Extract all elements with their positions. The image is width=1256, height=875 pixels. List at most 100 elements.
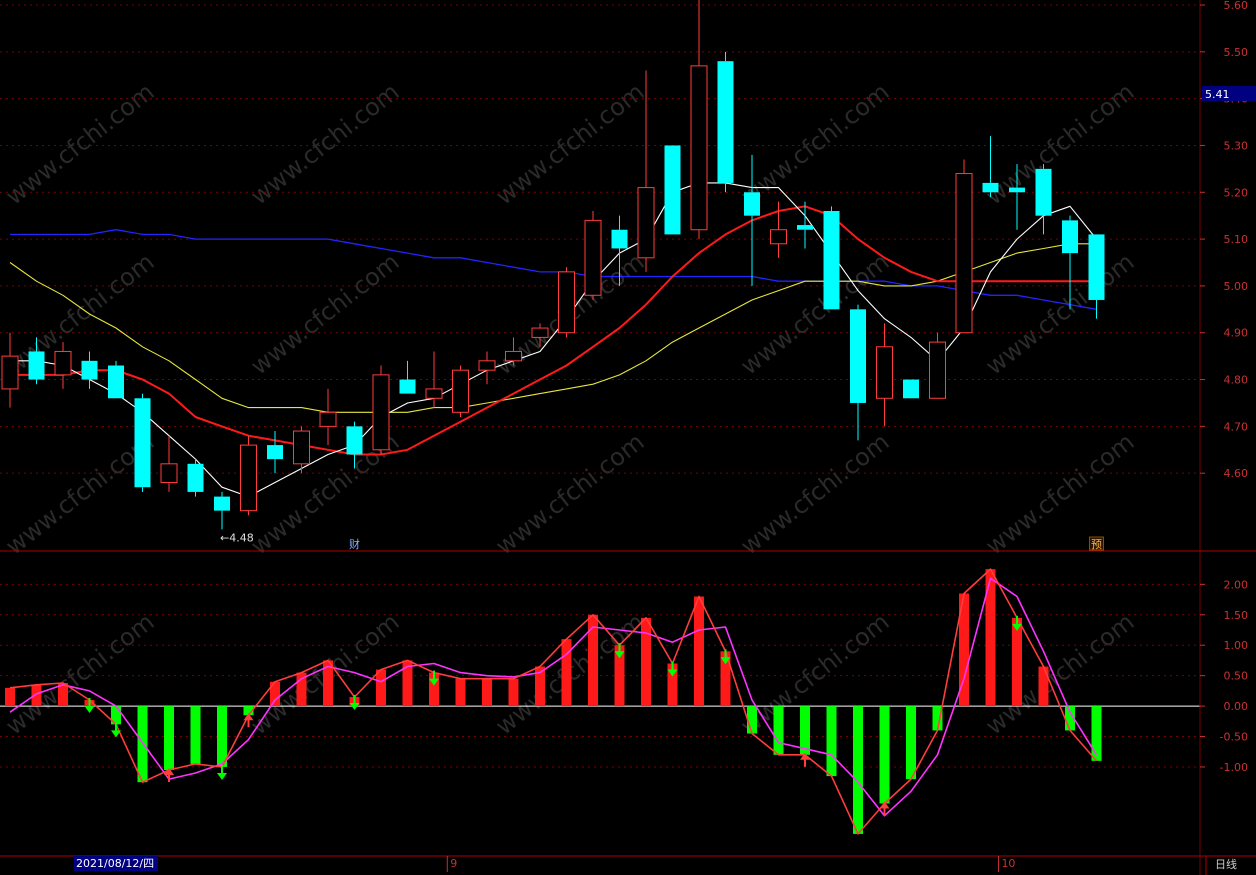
- candle-body-down: [134, 398, 151, 488]
- indicator-bar: [164, 706, 174, 770]
- price-tick-label: 5.10: [1224, 233, 1249, 246]
- candle-body-up: [690, 65, 708, 231]
- event-marker-label: 预: [1091, 538, 1102, 551]
- indicator-bar: [694, 596, 704, 707]
- indicator-bar: [588, 614, 598, 707]
- candle-body-up: [637, 187, 655, 259]
- candle-body-down: [214, 496, 230, 511]
- candle-body-up: [160, 463, 178, 484]
- candle-body-down: [81, 360, 98, 380]
- indicator-bar: [217, 706, 227, 767]
- candle: [505, 337, 522, 366]
- price-tick-label: 5.50: [1224, 46, 1249, 59]
- candle-body-down: [744, 192, 760, 216]
- candle-body-down: [611, 229, 628, 249]
- event-marker-label: 财: [349, 537, 360, 551]
- candle: [1009, 164, 1025, 230]
- month-label: 9: [450, 857, 457, 870]
- candle-body-down: [903, 379, 919, 399]
- candle-body-up: [876, 346, 893, 399]
- price-tick-label: 5.00: [1224, 280, 1249, 293]
- candle-body-down: [108, 365, 124, 399]
- candle: [134, 393, 151, 492]
- price-tick-label: 4.70: [1224, 420, 1249, 433]
- indicator-bar: [853, 706, 863, 834]
- signal-down-arrow-head: [217, 772, 227, 780]
- low-price-label: ←4.48: [220, 531, 254, 544]
- candle-body-down: [28, 351, 45, 380]
- indicator-bar: [561, 639, 572, 707]
- candle: [1035, 164, 1052, 235]
- indicator-bar: [879, 706, 890, 804]
- candle-body-up: [584, 219, 602, 296]
- candlestick-series: [1, 0, 1105, 530]
- candle-body-up: [425, 388, 443, 399]
- candle: [955, 159, 973, 334]
- candle: [346, 421, 363, 469]
- indicator-bar: [508, 678, 519, 707]
- candle-body-up: [478, 360, 496, 371]
- indicator-bar: [1038, 666, 1049, 707]
- indicator-bar: [455, 678, 466, 707]
- candle: [1, 332, 19, 408]
- price-tick-label: 5.20: [1224, 186, 1249, 199]
- candle-body-down: [267, 445, 283, 460]
- candle: [214, 491, 230, 530]
- indicator-tick-label: 0.00: [1224, 700, 1249, 713]
- candle: [1062, 215, 1078, 310]
- price-tick-label: 5.60: [1224, 0, 1249, 12]
- current-price-label: 5.41: [1205, 88, 1230, 101]
- indicator-tick-label: 0.50: [1224, 670, 1249, 683]
- candle: [452, 365, 469, 417]
- candle-body-up: [452, 369, 469, 413]
- period-label: 日线: [1215, 857, 1237, 871]
- candle: [929, 332, 946, 399]
- candle-body-down: [1035, 168, 1052, 216]
- price-tick-label: 4.60: [1224, 467, 1249, 480]
- price-tick-label: 5.30: [1224, 139, 1249, 152]
- price-tick-label: 4.90: [1224, 327, 1249, 340]
- indicator-bar: [906, 706, 916, 780]
- candle: [611, 215, 628, 286]
- ma-white-line: [10, 182, 1097, 498]
- high-price-label: ←5.62: [703, 0, 737, 1]
- indicator-tick-label: 1.50: [1224, 609, 1249, 622]
- indicator-magenta-line: [9, 577, 1098, 817]
- indicator-bar: [641, 617, 651, 707]
- candle: [664, 145, 681, 235]
- indicator-bar: [826, 706, 837, 777]
- price-tick-label: 4.80: [1224, 374, 1249, 387]
- indicator-bar: [773, 706, 784, 755]
- candle: [876, 323, 893, 427]
- candle: [319, 388, 337, 446]
- candle-body-down: [823, 211, 840, 310]
- candle-body-up: [1, 355, 19, 390]
- candle-body-down: [399, 379, 416, 394]
- candle-body-down: [1009, 187, 1025, 193]
- candle: [717, 51, 734, 193]
- candle: [399, 360, 416, 394]
- candle-body-down: [664, 145, 681, 235]
- candle-body-up: [54, 350, 72, 376]
- candle: [372, 365, 390, 455]
- candle: [584, 211, 602, 300]
- candle: [850, 304, 866, 441]
- candle-body-up: [558, 271, 575, 334]
- candle: [187, 459, 204, 497]
- indicator-bar: [190, 706, 201, 764]
- candle: [267, 431, 283, 474]
- indicator-histogram: [5, 569, 1102, 834]
- candle-body-up: [293, 430, 310, 465]
- moving-average-lines: [9, 182, 1097, 498]
- candle-body-up: [531, 327, 549, 338]
- indicator-red-line: [9, 568, 1098, 835]
- candle: [531, 323, 549, 347]
- candle-body-down: [797, 225, 813, 230]
- candle-body-up: [372, 374, 390, 451]
- ma-blue-line: [10, 229, 1097, 310]
- candle-body-down: [850, 309, 866, 403]
- indicator-bar: [137, 706, 148, 783]
- candle-body-down: [1088, 234, 1105, 300]
- month-label: 10: [1001, 857, 1015, 870]
- indicator-tick-label: -0.50: [1220, 731, 1248, 744]
